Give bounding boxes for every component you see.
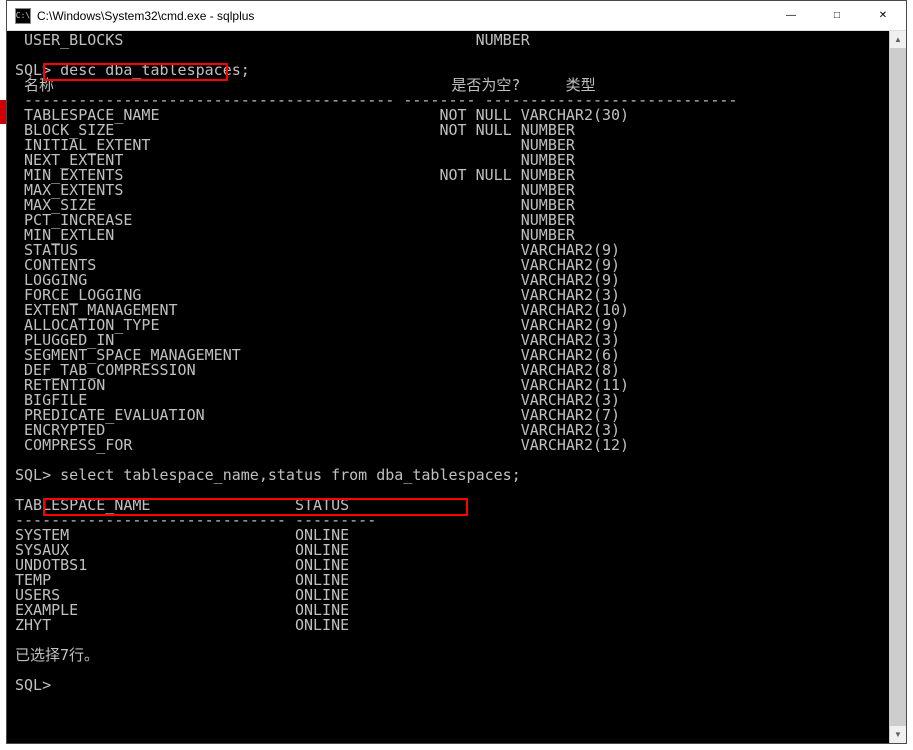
terminal-output[interactable]: USER_BLOCKS NUMBER SQL> desc dba_tablesp…	[7, 31, 906, 743]
query-row: ZHYT ONLINE	[15, 618, 898, 633]
cmd-icon: C:\	[15, 8, 31, 24]
scroll-up-button[interactable]: ▲	[890, 31, 906, 48]
output-line	[15, 633, 898, 648]
close-button[interactable]: ✕	[860, 1, 906, 30]
cmd-window: C:\ C:\Windows\System32\cmd.exe - sqlplu…	[6, 0, 907, 744]
sql-command-line: SQL> select tablespace_name,status from …	[15, 468, 898, 483]
vertical-scrollbar[interactable]: ▲ ▼	[889, 31, 906, 743]
maximize-button[interactable]: □	[814, 1, 860, 30]
output-line	[15, 663, 898, 678]
scroll-down-button[interactable]: ▼	[890, 726, 906, 743]
scrollbar-track[interactable]	[890, 48, 906, 726]
titlebar[interactable]: C:\ C:\Windows\System32\cmd.exe - sqlplu…	[7, 1, 906, 31]
minimize-button[interactable]: —	[768, 1, 814, 30]
window-title: C:\Windows\System32\cmd.exe - sqlplus	[37, 9, 768, 23]
scrollbar-thumb[interactable]	[890, 48, 906, 726]
sql-prompt[interactable]: SQL>	[15, 678, 898, 693]
rows-selected: 已选择7行。	[15, 648, 898, 663]
output-line: USER_BLOCKS NUMBER	[15, 33, 898, 48]
desc-row: COMPRESS_FOR VARCHAR2(12)	[15, 438, 898, 453]
